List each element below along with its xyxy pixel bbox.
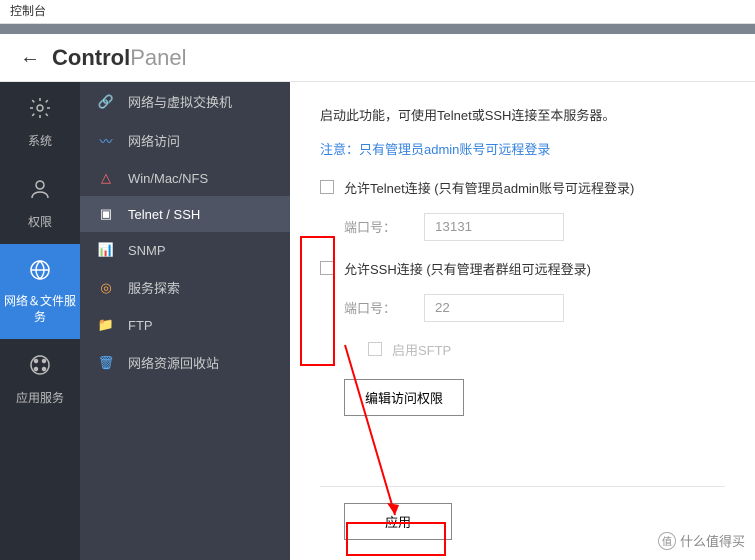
sidebar-item-netaccess[interactable]: 〰网络访问 — [80, 121, 290, 160]
telnet-checkbox[interactable] — [320, 180, 334, 194]
category-label: 网络＆文件服务 — [0, 294, 80, 325]
telnet-label: 允许Telnet连接 (只有管理员admin账号可远程登录) — [344, 178, 634, 197]
trash-icon: 🗑 — [96, 355, 116, 371]
watermark-badge-icon: 值 — [658, 532, 676, 550]
content-panel: 启动此功能，可使用Telnet或SSH连接至本服务器。 注意：只有管理员admi… — [290, 82, 755, 560]
ssh-label: 允许SSH连接 (只有管理者群组可远程登录) — [344, 259, 591, 278]
sidebar-item-label: 网络访问 — [128, 131, 180, 150]
sidebar-item-label: SNMP — [128, 243, 166, 258]
category-apps[interactable]: 应用服务 — [0, 339, 80, 420]
bars-icon: 📊 — [96, 242, 116, 258]
category-sidebar: 系统 权限 网络＆文件服务 应用服务 — [0, 82, 80, 560]
radar-icon: ◎ — [96, 280, 116, 296]
ssh-port-input[interactable] — [424, 294, 564, 322]
sidebar-item-label: FTP — [128, 318, 153, 333]
wave-icon: 〰 — [96, 131, 116, 150]
sub-sidebar: 🔗 网络与虚拟交换机 〰网络访问 △ Win/Mac/NFS ▣ Telnet / S… — [80, 82, 290, 560]
sftp-label: 启用SFTP — [392, 340, 451, 359]
description-text: 启动此功能，可使用Telnet或SSH连接至本服务器。 — [320, 106, 725, 127]
apps-icon — [28, 353, 52, 383]
sidebar-item-winmacnfs[interactable]: △ Win/Mac/NFS — [80, 160, 290, 196]
folder-icon: 📁 — [96, 317, 116, 333]
ssh-port-label: 端口号： — [344, 298, 424, 317]
gray-divider — [0, 24, 755, 34]
triangle-icon: △ — [96, 170, 116, 186]
notice-text: 注意：只有管理员admin账号可远程登录 — [320, 139, 725, 158]
sidebar-item-ftp[interactable]: 📁 FTP — [80, 307, 290, 343]
user-icon — [28, 177, 52, 207]
sidebar-item-label: 网络资源回收站 — [128, 353, 219, 372]
edit-permissions-button[interactable]: 编辑访问权限 — [344, 379, 464, 416]
network-switch-icon: 🔗 — [96, 94, 116, 110]
sidebar-item-vswitch[interactable]: 🔗 网络与虚拟交换机 — [80, 82, 290, 121]
ssh-row: 允许SSH连接 (只有管理者群组可远程登录) — [320, 259, 725, 278]
telnet-row: 允许Telnet连接 (只有管理员admin账号可远程登录) — [320, 178, 725, 197]
window-titlebar: 控制台 — [0, 0, 755, 24]
telnet-port-row: 端口号： — [344, 213, 725, 241]
sidebar-item-recycle[interactable]: 🗑 网络资源回收站 — [80, 343, 290, 382]
globe-icon — [28, 258, 52, 288]
sidebar-item-label: Telnet / SSH — [128, 207, 200, 222]
brand-title: ControlPanel — [52, 45, 186, 71]
ssh-port-row: 端口号： — [344, 294, 725, 322]
telnet-port-input[interactable] — [424, 213, 564, 241]
category-privileges[interactable]: 权限 — [0, 163, 80, 244]
sidebar-item-snmp[interactable]: 📊 SNMP — [80, 232, 290, 268]
category-label: 系统 — [28, 132, 52, 149]
sftp-checkbox[interactable] — [368, 342, 382, 356]
back-arrow-icon[interactable]: ← — [20, 46, 40, 69]
apply-button[interactable]: 应用 — [344, 503, 452, 540]
category-network[interactable]: 网络＆文件服务 — [0, 244, 80, 339]
header: ← ControlPanel — [0, 34, 755, 82]
watermark-text: 什么值得买 — [680, 531, 745, 550]
category-label: 权限 — [28, 213, 52, 230]
telnet-port-label: 端口号： — [344, 217, 424, 236]
category-system[interactable]: 系统 — [0, 82, 80, 163]
sidebar-item-discovery[interactable]: ◎ 服务探索 — [80, 268, 290, 307]
brand-bold: Control — [52, 45, 130, 70]
ssh-checkbox[interactable] — [320, 261, 334, 275]
sidebar-item-label: Win/Mac/NFS — [128, 171, 208, 186]
terminal-icon: ▣ — [96, 206, 116, 222]
gear-icon — [28, 96, 52, 126]
watermark: 值 什么值得买 — [658, 531, 745, 550]
sftp-row: 启用SFTP — [368, 340, 725, 359]
sidebar-item-label: 服务探索 — [128, 278, 180, 297]
brand-light: Panel — [130, 45, 186, 70]
category-label: 应用服务 — [16, 389, 64, 406]
sidebar-item-label: 网络与虚拟交换机 — [128, 92, 232, 111]
sidebar-item-telnetssh[interactable]: ▣ Telnet / SSH — [80, 196, 290, 232]
